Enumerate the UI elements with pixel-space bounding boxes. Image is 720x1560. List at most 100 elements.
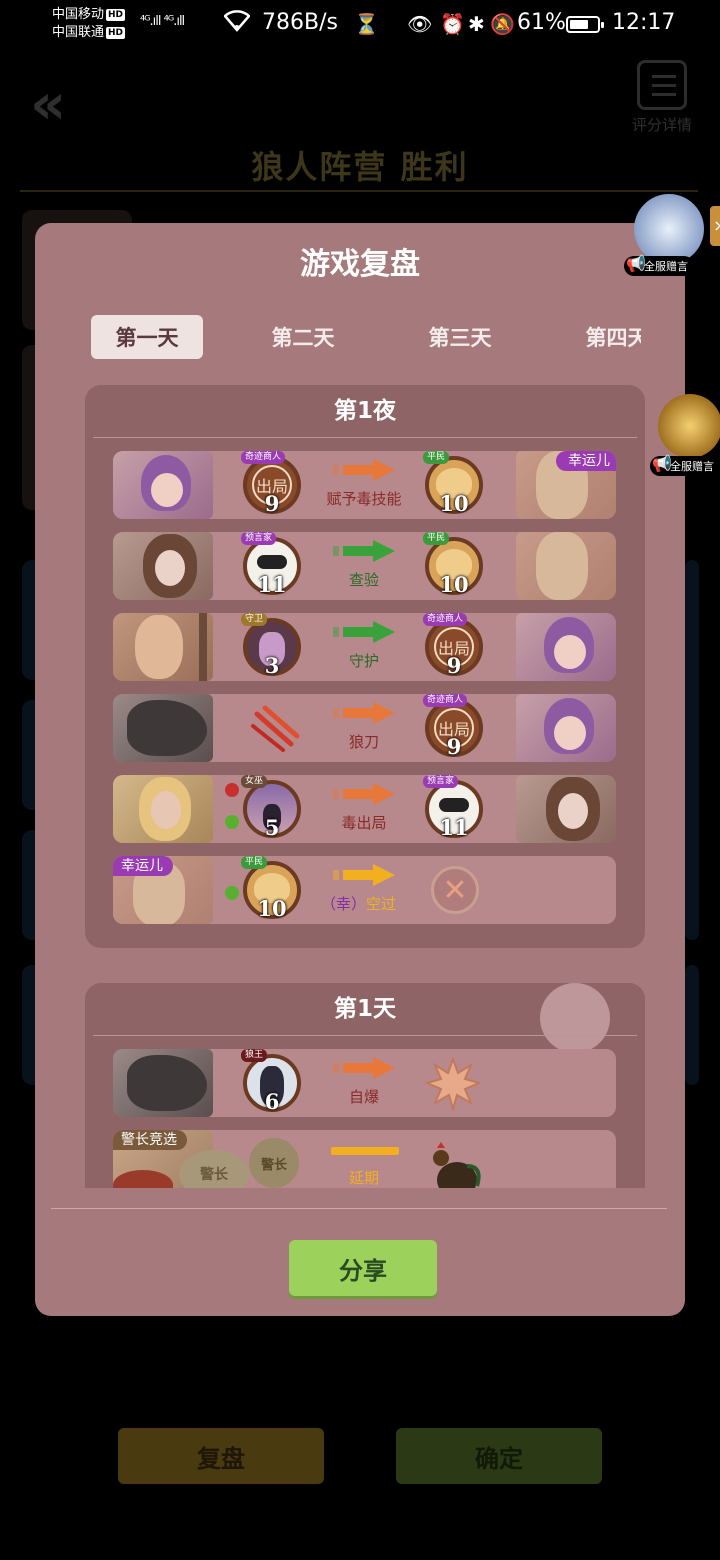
lucky-tag: 幸运儿 <box>556 451 616 471</box>
score-detail-button[interactable]: 评分详情 <box>622 60 702 135</box>
action-label: 赋予毒技能 <box>326 490 402 508</box>
back-button[interactable]: « <box>30 72 66 137</box>
divider <box>20 190 698 192</box>
role-label: 平民 <box>241 856 268 869</box>
sheriff-badge-icon: 警长 <box>179 1150 249 1188</box>
battery-percent: 61% <box>517 10 566 35</box>
player-avatar: 狼王 6 <box>241 1049 301 1114</box>
player-card <box>685 965 699 1085</box>
character-portrait <box>113 694 213 762</box>
event-row: 狼刀 出局 奇迹商人 9 <box>113 694 616 762</box>
role-label: 奇迹商人 <box>423 613 468 626</box>
player-number: 11 <box>257 572 287 597</box>
antidote-potion-icon <box>225 886 239 900</box>
confirm-button[interactable]: 确定 <box>396 1428 602 1484</box>
face-shape <box>558 793 588 829</box>
arrow-right-icon <box>333 702 395 724</box>
action-label: 自爆 <box>348 1088 379 1106</box>
face-shape <box>155 550 185 586</box>
explosion-icon <box>425 1057 481 1111</box>
event-row: 预言家 11 查验 平民 10 <box>113 532 616 600</box>
action-group: （幸）空过 <box>321 893 396 914</box>
tab-day-3[interactable]: 第三天 <box>404 315 516 359</box>
bluetooth-icon: ✱ <box>468 12 485 36</box>
hd-icon: HD <box>106 26 126 39</box>
replay-scroll-area[interactable]: 第1夜 出局 奇迹商人 9 赋予毒技能 平民 10 幸运儿 预言家 11 查验 … <box>35 383 685 1188</box>
hourglass-icon: ⏳ <box>354 12 379 36</box>
player-number: 10 <box>257 896 287 921</box>
action-label: 守护 <box>348 652 379 670</box>
action-label: 毒出局 <box>341 814 387 832</box>
character-portrait <box>516 775 616 843</box>
divider <box>51 1208 667 1209</box>
player-avatar: 预言家 11 <box>423 775 483 840</box>
face-shape <box>536 532 588 600</box>
event-row: 守卫 3 守护 出局 奇迹商人 9 <box>113 613 616 681</box>
role-label: 预言家 <box>423 775 459 788</box>
rooster-icon <box>433 1142 481 1188</box>
player-number: 3 <box>264 653 280 678</box>
gift-widget[interactable]: 全服赠言 📢 <box>648 390 720 480</box>
event-row: 出局 奇迹商人 9 赋予毒技能 平民 10 幸运儿 <box>113 451 616 519</box>
carrier-1: 中国移动 <box>52 7 105 22</box>
face-shape <box>151 791 181 829</box>
tab-day-4[interactable]: 第四天 <box>561 315 642 359</box>
hd-icon: HD <box>106 8 126 21</box>
role-label: 女巫 <box>241 775 268 788</box>
gift-widget[interactable]: × 全服赠言 📢 <box>624 190 720 280</box>
player-avatar: 出局 奇迹商人 9 <box>241 451 301 516</box>
player-number: 5 <box>264 815 280 840</box>
share-button[interactable]: 分享 <box>289 1240 437 1296</box>
wolf-shape <box>127 1055 207 1111</box>
player-avatar: 平民 10 <box>423 451 483 516</box>
tab-day-1[interactable]: 第一天 <box>91 315 203 359</box>
carrier-2: 中国联通 <box>52 25 105 40</box>
arrow-right-icon <box>333 783 395 805</box>
action-label: 狼刀 <box>348 733 379 751</box>
divider <box>93 1035 637 1036</box>
tab-day-2[interactable]: 第二天 <box>247 315 359 359</box>
character-portrait <box>113 451 213 519</box>
tab-day-4-clip: 第四天 <box>561 315 642 359</box>
role-label: 守卫 <box>241 613 268 626</box>
day-heading: 第1天 <box>333 996 396 1022</box>
character-portrait <box>516 694 616 762</box>
player-number: 9 <box>264 491 280 516</box>
skip-x-icon: ✕ <box>431 866 479 914</box>
close-icon[interactable]: × <box>710 206 720 246</box>
face-shape <box>554 635 586 669</box>
lucky-prefix: （幸） <box>321 895 367 913</box>
arrow-right-icon <box>333 621 395 643</box>
clock: 12:17 <box>612 10 676 35</box>
action-label: 查验 <box>348 571 379 589</box>
action-label: 延期 <box>348 1169 379 1187</box>
score-detail-label: 评分详情 <box>631 116 692 134</box>
player-avatar: 出局 奇迹商人 9 <box>423 694 483 759</box>
megaphone-icon: 📢 <box>652 454 672 473</box>
lucky-tag: 幸运儿 <box>113 856 173 876</box>
player-avatar: 守卫 3 <box>241 613 301 678</box>
character-portrait <box>113 532 213 600</box>
poison-potion-icon <box>225 783 239 797</box>
delay-bar-icon <box>331 1147 399 1155</box>
eye-icon: 👁 <box>407 12 433 36</box>
list-icon <box>637 60 687 110</box>
night-section: 第1夜 出局 奇迹商人 9 赋予毒技能 平民 10 幸运儿 预言家 11 查验 … <box>85 385 645 948</box>
character-portrait <box>516 613 616 681</box>
character-portrait <box>113 1049 213 1117</box>
event-row: 幸运儿 平民 10 （幸）空过 ✕ <box>113 856 616 924</box>
divider <box>93 437 637 438</box>
antidote-potion-icon <box>225 815 239 829</box>
player-number: 9 <box>446 653 462 678</box>
character-portrait <box>516 532 616 600</box>
player-number: 11 <box>439 815 469 840</box>
arrow-right-icon <box>333 459 395 481</box>
player-avatar: 出局 奇迹商人 9 <box>423 613 483 678</box>
status-bar: 中国移动 HD 中国联通 HD ⁴ᴳ.ıll ⁴ᴳ.ıll 786B/s ⏳ 👁 ⏰… <box>0 0 720 52</box>
action-label: 空过 <box>366 895 397 913</box>
event-row: 狼王 6 自爆 <box>113 1049 616 1117</box>
player-avatar: 预言家 11 <box>241 532 301 597</box>
face-shape <box>554 716 586 750</box>
player-avatar: 平民 10 <box>241 856 301 921</box>
replay-button[interactable]: 复盘 <box>118 1428 324 1484</box>
